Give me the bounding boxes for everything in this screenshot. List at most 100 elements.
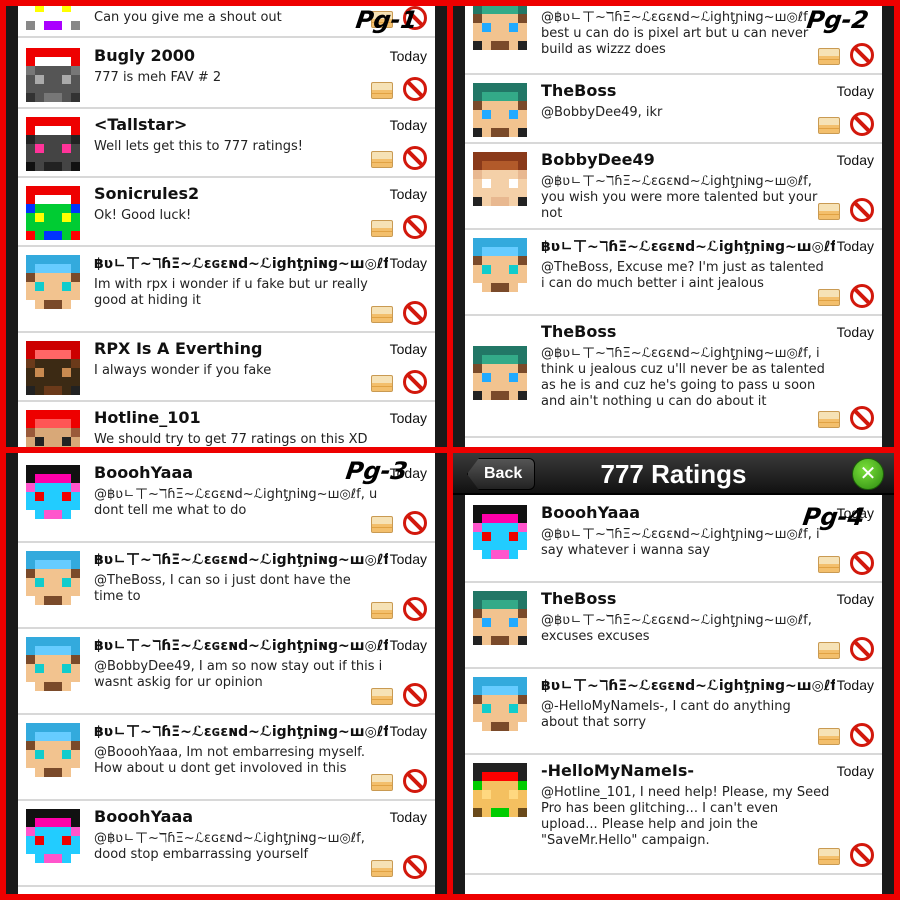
avatar[interactable] — [26, 186, 80, 240]
reply-envelope-icon[interactable] — [371, 774, 393, 791]
username[interactable]: BobbyDee49 — [541, 150, 655, 169]
list-item[interactable]: Bugly 2000 Today 777 is meh FAV # 2 — [18, 40, 435, 109]
list-item[interactable]: Hotline_101 Today We should try to get 7… — [18, 402, 435, 447]
block-icon[interactable] — [850, 112, 874, 136]
block-icon[interactable] — [403, 855, 427, 879]
username[interactable]: BooohYaaa — [94, 807, 193, 826]
avatar[interactable] — [473, 505, 527, 559]
reply-envelope-icon[interactable] — [818, 642, 840, 659]
block-icon[interactable] — [403, 215, 427, 239]
avatar[interactable] — [26, 117, 80, 171]
avatar[interactable] — [473, 346, 527, 400]
username[interactable]: ฿ʋㄴㄒ~ℸɦΞ~ℒɛɢɛɴd~ℒighţɲiɴg~ꟺ◎ℓf — [94, 549, 390, 569]
avatar[interactable] — [473, 83, 527, 137]
message-list[interactable]: BooohYaaa Today @฿ʋㄴㄒ~ℸɦΞ~ℒɛɢɛɴd~ℒighţɲi… — [18, 453, 435, 894]
avatar[interactable] — [26, 6, 80, 30]
reply-envelope-icon[interactable] — [371, 220, 393, 237]
list-item[interactable]: ฿ʋㄴㄒ~ℸɦΞ~ℒɛɢɛɴd~ℒighţɲiɴg~ꟺ◎ℓf Today @-H… — [465, 669, 882, 755]
block-icon[interactable] — [850, 551, 874, 575]
list-item[interactable]: ฿ʋㄴㄒ~ℸɦΞ~ℒɛɢɛɴd~ℒighţɲiɴg~ꟺ◎ℓf Today @Bo… — [18, 629, 435, 715]
avatar[interactable] — [473, 238, 527, 292]
block-icon[interactable] — [850, 43, 874, 67]
reply-envelope-icon[interactable] — [371, 860, 393, 877]
username[interactable]: TheBoss — [541, 322, 616, 341]
reply-envelope-icon[interactable] — [371, 151, 393, 168]
username[interactable]: ฿ʋㄴㄒ~ℸɦΞ~ℒɛɢɛɴd~ℒighţɲiɴg~ꟺ◎ℓf — [94, 635, 390, 655]
reply-envelope-icon[interactable] — [818, 411, 840, 428]
reply-envelope-icon[interactable] — [371, 82, 393, 99]
block-icon[interactable] — [403, 77, 427, 101]
list-item[interactable]: TheBoss Today @฿ʋㄴㄒ~ℸɦΞ~ℒɛɢɛɴd~ℒighţɲiɴg… — [465, 316, 882, 438]
list-item[interactable]: Sonicrules2 Today Ok! Good luck! — [18, 178, 435, 247]
reply-envelope-icon[interactable] — [818, 848, 840, 865]
reply-envelope-icon[interactable] — [818, 48, 840, 65]
avatar[interactable] — [26, 341, 80, 395]
list-item[interactable]: <Tallstar> Today Well lets get this to 7… — [18, 109, 435, 178]
block-icon[interactable] — [403, 511, 427, 535]
block-icon[interactable] — [403, 146, 427, 170]
block-icon[interactable] — [850, 284, 874, 308]
username[interactable]: Bugly 2000 — [94, 46, 195, 65]
avatar[interactable] — [473, 6, 527, 50]
avatar[interactable] — [26, 465, 80, 519]
message-list[interactable]: @฿ʋㄴㄒ~ℸɦΞ~ℒɛɢɛɴd~ℒighţɲiɴg~ꟺ◎ℓf, best u … — [465, 6, 882, 447]
block-icon[interactable] — [850, 198, 874, 222]
block-icon[interactable] — [403, 769, 427, 793]
username[interactable]: ฿ʋㄴㄒ~ℸɦΞ~ℒɛɢɛɴd~ℒighţɲiɴg~ꟺ◎ℓf — [541, 236, 837, 256]
block-icon[interactable] — [850, 406, 874, 430]
username[interactable]: ฿ʋㄴㄒ~ℸɦΞ~ℒɛɢɛɴd~ℒighţɲiɴg~ꟺ◎ℓf — [541, 675, 837, 695]
block-icon[interactable] — [850, 723, 874, 747]
reply-envelope-icon[interactable] — [371, 375, 393, 392]
reply-envelope-icon[interactable] — [371, 306, 393, 323]
reply-envelope-icon[interactable] — [818, 289, 840, 306]
reply-envelope-icon[interactable] — [818, 117, 840, 134]
username[interactable]: Sonicrules2 — [94, 184, 199, 203]
reply-envelope-icon[interactable] — [818, 203, 840, 220]
block-icon[interactable] — [403, 301, 427, 325]
block-icon[interactable] — [403, 683, 427, 707]
list-item[interactable]: ฿ʋㄴㄒ~ℸɦΞ~ℒɛɢɛɴd~ℒighţɲiɴg~ꟺ◎ℓf Today @Th… — [18, 543, 435, 629]
avatar[interactable] — [473, 677, 527, 731]
avatar[interactable] — [26, 255, 80, 309]
avatar[interactable] — [26, 551, 80, 605]
list-item[interactable]: RPX Is A Everthing Today I always wonder… — [18, 333, 435, 402]
avatar[interactable] — [473, 591, 527, 645]
avatar[interactable] — [26, 410, 80, 447]
username[interactable]: TheBoss — [541, 81, 616, 100]
username[interactable]: -HelloMyNameIs- — [541, 761, 694, 780]
list-item[interactable]: ฿ʋㄴㄒ~ℸɦΞ~ℒɛɢɛɴd~ℒighţɲiɴg~ꟺ◎ℓf Today @Bo… — [18, 715, 435, 801]
reply-envelope-icon[interactable] — [371, 602, 393, 619]
username[interactable]: TheBoss — [541, 589, 616, 608]
username[interactable]: Hotline_101 — [94, 408, 201, 427]
message-list[interactable]: Can you give me a shout out Bugly 2000 T… — [18, 6, 435, 447]
avatar[interactable] — [26, 637, 80, 691]
reply-envelope-icon[interactable] — [371, 688, 393, 705]
avatar[interactable] — [26, 809, 80, 863]
list-item[interactable]: BooohYaaa Today @฿ʋㄴㄒ~ℸɦΞ~ℒɛɢɛɴd~ℒighţɲi… — [18, 801, 435, 887]
block-icon[interactable] — [403, 597, 427, 621]
username[interactable]: ฿ʋㄴㄒ~ℸɦΞ~ℒɛɢɛɴd~ℒighţɲiɴg~ꟺ◎ℓf — [94, 253, 390, 273]
username[interactable]: RPX Is A Everthing — [94, 339, 262, 358]
block-icon[interactable] — [403, 370, 427, 394]
avatar[interactable] — [26, 723, 80, 777]
username[interactable]: BooohYaaa — [94, 463, 193, 482]
avatar[interactable] — [473, 763, 527, 817]
reply-envelope-icon[interactable] — [818, 556, 840, 573]
reply-envelope-icon[interactable] — [818, 728, 840, 745]
reply-envelope-icon[interactable] — [371, 516, 393, 533]
avatar[interactable] — [26, 48, 80, 102]
list-item[interactable]: BobbyDee49 Today @฿ʋㄴㄒ~ℸɦΞ~ℒɛɢɛɴd~ℒighţɲ… — [465, 144, 882, 230]
list-item[interactable]: TheBoss Today @BobbyDee49, ikr — [465, 75, 882, 144]
list-item[interactable]: ฿ʋㄴㄒ~ℸɦΞ~ℒɛɢɛɴd~ℒighţɲiɴg~ꟺ◎ℓf Today Im … — [18, 247, 435, 333]
list-item[interactable]: ฿ʋㄴㄒ~ℸɦΞ~ℒɛɢɛɴd~ℒighţɲiɴg~ꟺ◎ℓf Today @Th… — [465, 230, 882, 316]
message-list[interactable]: BooohYaaa Today @฿ʋㄴㄒ~ℸɦΞ~ℒɛɢɛɴd~ℒighţɲi… — [465, 497, 882, 894]
username[interactable]: ฿ʋㄴㄒ~ℸɦΞ~ℒɛɢɛɴd~ℒighţɲiɴg~ꟺ◎ℓf — [94, 721, 390, 741]
block-icon[interactable] — [850, 843, 874, 867]
username[interactable]: BooohYaaa — [541, 503, 640, 522]
block-icon[interactable] — [850, 637, 874, 661]
wrench-screwdriver-icon[interactable]: ✕ — [852, 458, 884, 490]
avatar[interactable] — [473, 152, 527, 206]
list-item[interactable]: TheBoss Today @฿ʋㄴㄒ~ℸɦΞ~ℒɛɢɛɴd~ℒighţɲiɴg… — [465, 583, 882, 669]
username[interactable]: <Tallstar> — [94, 115, 187, 134]
list-item[interactable]: -HelloMyNameIs- Today @Hotline_101, I ne… — [465, 755, 882, 875]
